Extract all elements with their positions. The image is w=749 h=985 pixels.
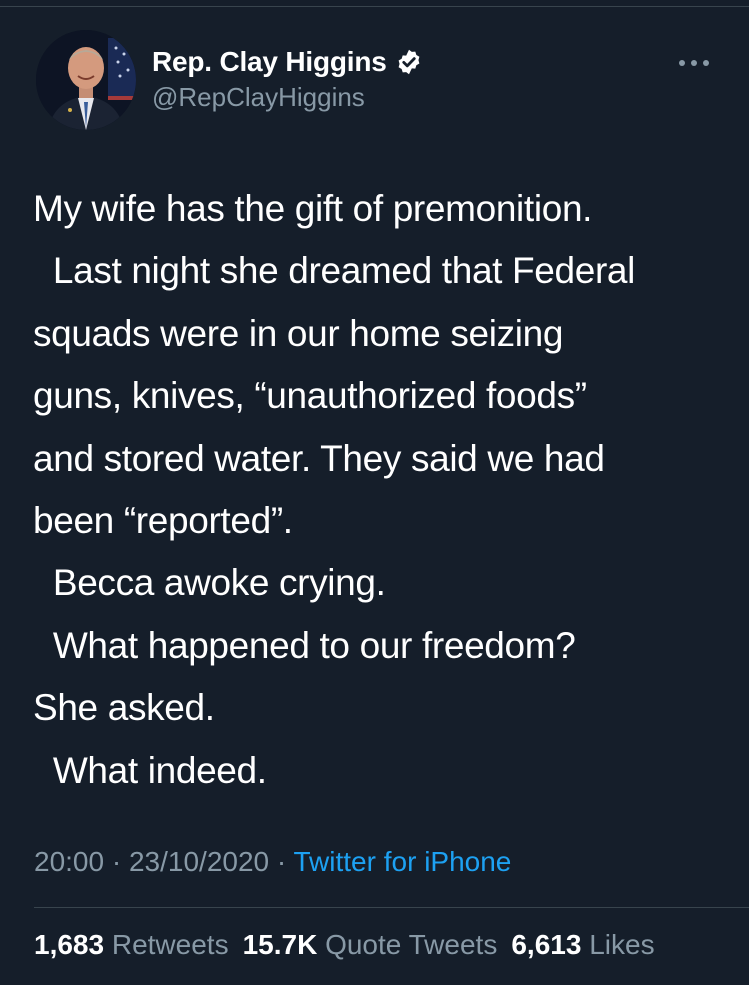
tweet-line: and stored water. They said we had: [33, 437, 605, 479]
quote-tweets-label: Quote Tweets: [325, 929, 498, 960]
avatar[interactable]: [36, 30, 136, 130]
profile-photo: [36, 30, 136, 130]
tweet-line: Becca awoke crying.: [33, 562, 386, 604]
tweet-meta: 20:00 · 23/10/2020 · Twitter for iPhone: [34, 846, 511, 878]
author-names: Rep. Clay Higgins @RepClayHiggins: [152, 44, 423, 113]
display-name-row: Rep. Clay Higgins: [152, 44, 423, 80]
tweet-line: What indeed.: [33, 749, 267, 791]
tweet-line: been “reported”.: [33, 499, 293, 541]
meta-separator: ·: [269, 846, 294, 877]
likes-stat[interactable]: 6,613 Likes: [511, 929, 654, 960]
likes-count: 6,613: [511, 929, 582, 960]
tweet-line: What happened to our freedom?: [33, 624, 576, 666]
tweet-line: guns, knives, “unauthorized foods”: [33, 375, 587, 417]
quote-tweets-count: 15.7K: [242, 929, 318, 960]
quote-tweets-stat[interactable]: 15.7K Quote Tweets: [243, 929, 498, 960]
more-options-icon[interactable]: [676, 56, 712, 68]
tweet-date[interactable]: 23/10/2020: [129, 846, 269, 877]
retweets-stat[interactable]: 1,683 Retweets: [34, 929, 229, 960]
tweet-stats: 1,683 Retweets 15.7K Quote Tweets 6,613 Li…: [34, 929, 655, 961]
tweet-header: Rep. Clay Higgins @RepClayHiggins: [36, 30, 716, 140]
tweet-line: My wife has the gift of premonition.: [33, 188, 593, 229]
stats-divider: [34, 907, 749, 908]
tweet-line: Last night she dreamed that Federal: [33, 250, 636, 292]
likes-label: Likes: [589, 929, 655, 960]
tweet-source-link[interactable]: Twitter for iPhone: [294, 846, 512, 877]
retweets-count: 1,683: [34, 929, 105, 960]
handle[interactable]: @RepClayHiggins: [152, 82, 423, 113]
top-divider: [0, 6, 749, 7]
verified-badge-icon: [395, 48, 423, 76]
tweet-line: She asked.: [33, 687, 215, 729]
tweet-line: squads were in our home seizing: [33, 312, 564, 354]
tweet-text: My wife has the gift of premonition. Las…: [33, 178, 733, 802]
display-name[interactable]: Rep. Clay Higgins: [152, 46, 387, 78]
retweets-label: Retweets: [111, 929, 229, 960]
tweet-time[interactable]: 20:00: [34, 846, 104, 877]
meta-separator: ·: [104, 846, 129, 877]
